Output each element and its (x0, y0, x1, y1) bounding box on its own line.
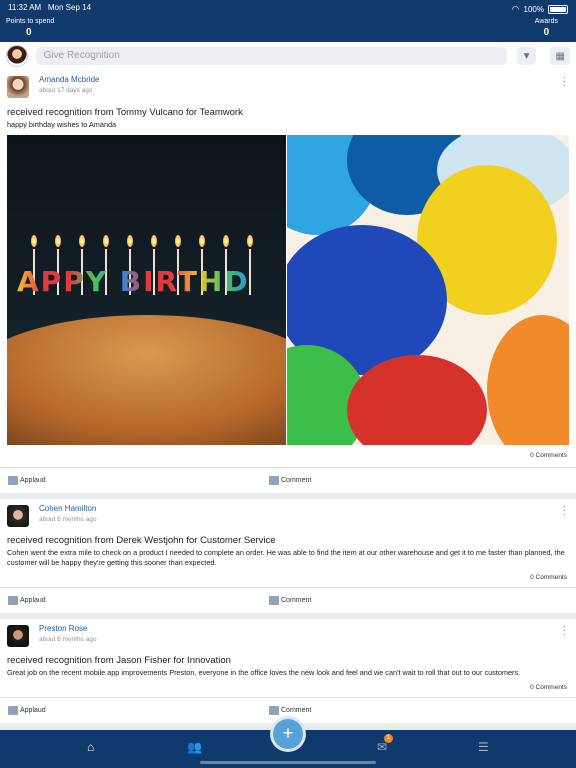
add-recognition-button[interactable]: + (273, 719, 303, 749)
thumbs-up-icon (8, 476, 18, 485)
post-message: Cohen went the extra mile to check on a … (7, 548, 565, 567)
filter-icon[interactable]: ▼ (516, 47, 537, 65)
applaud-label: Applaud (20, 597, 46, 604)
battery-percent: 100% (523, 4, 544, 14)
applaud-button[interactable]: Applaud (8, 706, 46, 715)
post-message: Great job on the recent mobile app impro… (7, 668, 521, 677)
post-card: Preston Rose about 6 months ago · · · rece… (0, 619, 576, 723)
applaud-button[interactable]: Applaud (8, 596, 46, 605)
comment-button[interactable]: Comment (269, 706, 311, 715)
points-value: 0 (26, 27, 32, 38)
comment-count[interactable]: 0 Comments (0, 678, 576, 697)
balloons-image (287, 135, 569, 445)
give-recognition-bar: Give Recognition ▼ ▦ (0, 42, 576, 70)
post-time: about 6 months ago (39, 636, 97, 643)
top-bar: 11:32 AM Mon Sep 14 ◠ 100% Points to spe… (0, 0, 576, 42)
post-headline: received recognition from Jason Fisher f… (7, 655, 231, 666)
post-headline: received recognition from Tommy Vulcano … (7, 107, 243, 118)
avatar[interactable] (7, 76, 29, 98)
post-author[interactable]: Amanda Mcbride (39, 75, 99, 84)
post-actions: Applaud Comment (0, 587, 576, 613)
post-author[interactable]: Cohen Hamilton (39, 504, 96, 513)
post-card: Cohen Hamilton about 6 months ago · · · re… (0, 499, 576, 613)
points-label: Points to spend (6, 18, 55, 25)
points-to-spend[interactable]: Points to spend 0 (6, 18, 54, 38)
post-message: happy birthday wishes to Amanda (7, 120, 117, 129)
cake-lettering: APPY BIRTHD (17, 265, 250, 298)
applaud-label: Applaud (20, 477, 46, 484)
post-headline: received recognition from Derek Westjohn… (7, 535, 276, 546)
wifi-icon: ◠ (511, 3, 520, 14)
comment-count[interactable]: 0 Comments (0, 445, 576, 467)
status-bar: 11:32 AM Mon Sep 14 ◠ 100% (8, 3, 568, 15)
comment-icon (269, 596, 279, 605)
notification-badge: 1 (384, 734, 393, 743)
more-options-icon[interactable]: · · · (563, 502, 566, 520)
status-date: Mon Sep 14 (47, 3, 92, 12)
post-photo[interactable]: APPY BIRTHD (7, 135, 569, 445)
comment-icon (269, 706, 279, 715)
more-options-icon[interactable]: · · · (563, 622, 566, 640)
comment-button[interactable]: Comment (269, 476, 311, 485)
post-author[interactable]: Preston Rose (39, 624, 96, 633)
status-time: 11:32 AM (8, 3, 42, 12)
post-time: about 17 days ago (39, 87, 93, 94)
comment-icon (269, 476, 279, 485)
applaud-label: Applaud (20, 707, 46, 714)
menu-icon[interactable]: ☰ (478, 740, 489, 754)
battery-icon (548, 4, 568, 14)
post-actions: Applaud Comment (0, 467, 576, 493)
comment-label: Comment (281, 597, 312, 604)
grid-icon[interactable]: ▦ (550, 47, 571, 65)
people-icon[interactable]: 👥 (187, 740, 202, 754)
avatar[interactable] (7, 505, 29, 527)
comment-label: Comment (281, 707, 312, 714)
home-indicator (200, 761, 376, 764)
give-recognition-input[interactable]: Give Recognition (35, 47, 507, 65)
avatar[interactable] (7, 625, 29, 647)
comment-count[interactable]: 0 Comments (0, 568, 576, 587)
inbox-icon[interactable]: ✉ 1 (377, 734, 393, 754)
thumbs-up-icon (8, 596, 18, 605)
more-options-icon[interactable]: · · · (563, 73, 566, 91)
recognition-feed: Amanda Mcbride about 17 days ago · · · rec… (0, 70, 576, 730)
comment-label: Comment (281, 477, 312, 484)
post-time: about 6 months ago (39, 516, 97, 523)
avatar[interactable] (6, 45, 28, 67)
comment-button[interactable]: Comment (269, 596, 311, 605)
thumbs-up-icon (8, 706, 18, 715)
applaud-button[interactable]: Applaud (8, 476, 46, 485)
home-icon[interactable]: ⌂ (87, 740, 94, 754)
birthday-cake-image: APPY BIRTHD (7, 135, 286, 445)
post-card: Amanda Mcbride about 17 days ago · · · rec… (0, 70, 576, 493)
awards-label: Awards (534, 18, 558, 25)
awards-value: 0 (543, 27, 550, 38)
awards[interactable]: Awards 0 (535, 18, 558, 38)
